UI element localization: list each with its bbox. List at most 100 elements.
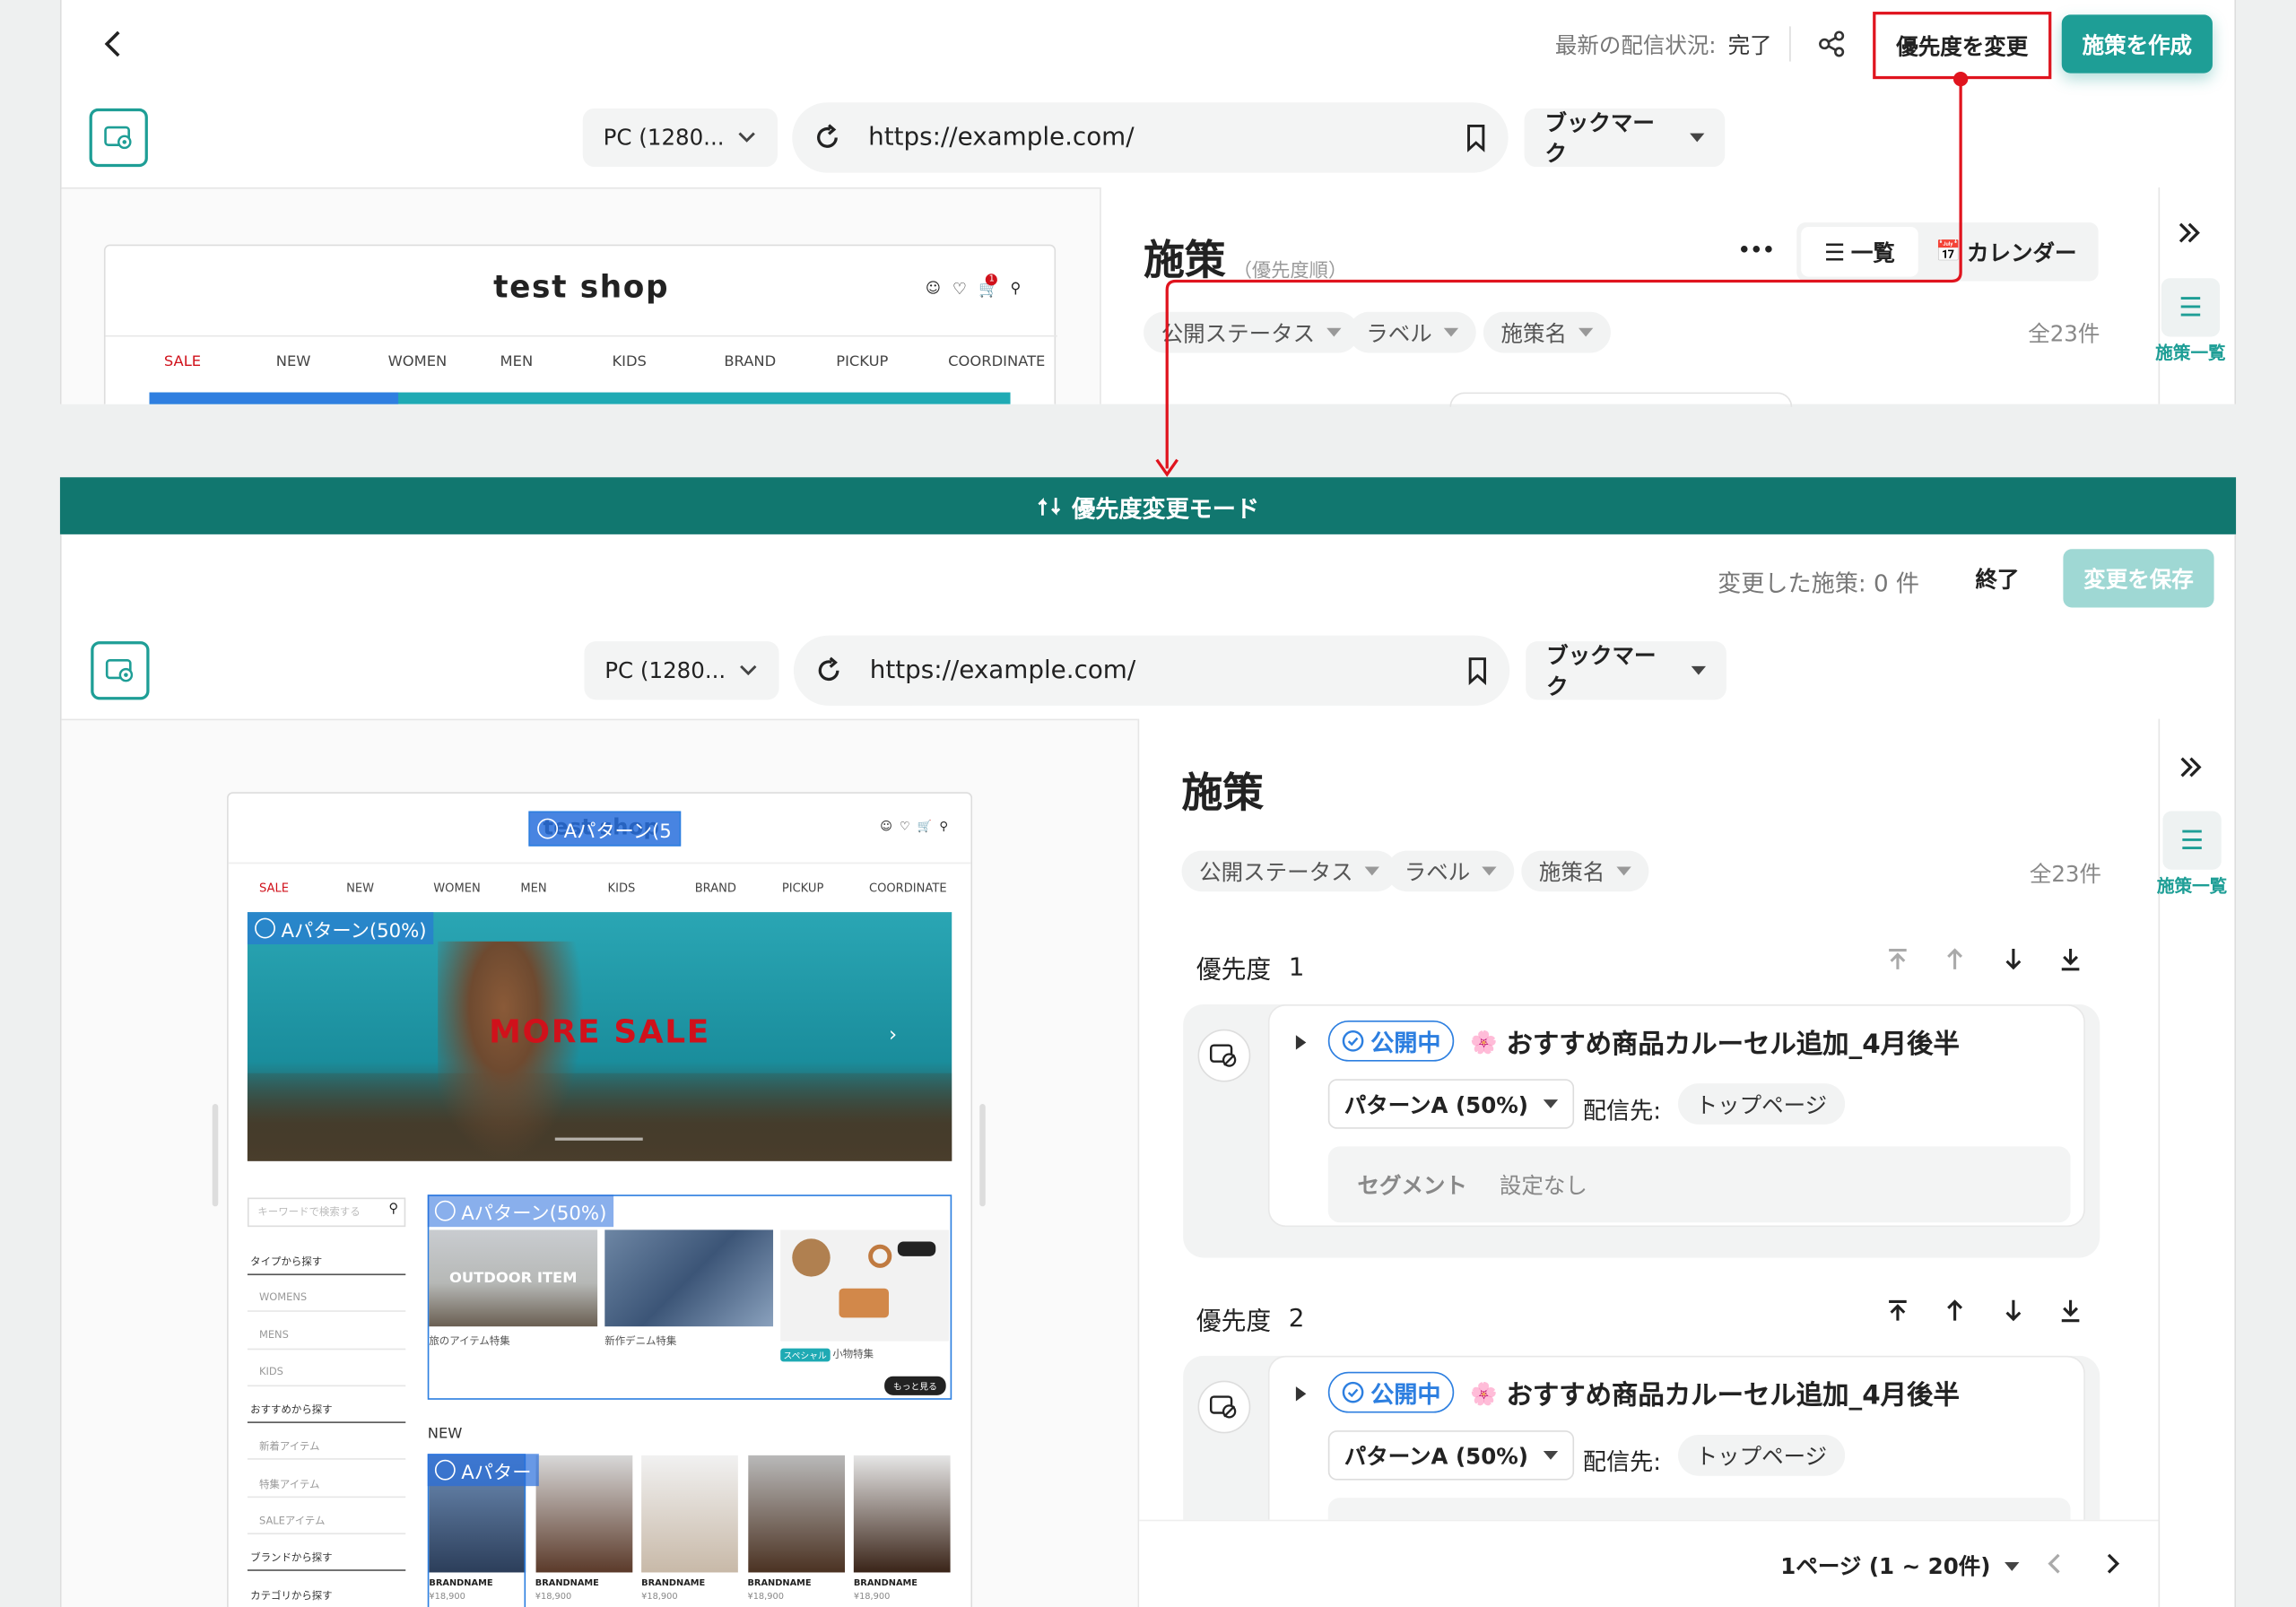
product-image[interactable] xyxy=(747,1455,845,1573)
feature-image-outdoor[interactable]: OUTDOOR ITEM xyxy=(429,1229,598,1327)
move-down-icon[interactable] xyxy=(2000,946,2026,972)
caret-down-icon xyxy=(1616,866,1631,876)
product-price: ¥18,900 xyxy=(535,1591,572,1603)
hero-text: MORE SALE xyxy=(489,1014,710,1052)
caret-down-icon xyxy=(1364,866,1379,876)
destination-label: 配信先: xyxy=(1582,1096,1662,1125)
preview-eye-icon[interactable] xyxy=(1197,1380,1251,1434)
shop-side-menu-item[interactable]: おすすめから探す xyxy=(250,1403,332,1417)
menu-divider xyxy=(247,1310,406,1312)
header-pattern-badge[interactable]: Aパターン(5 xyxy=(528,811,681,847)
more-button[interactable]: もっと見る xyxy=(884,1376,946,1395)
expand-caret-icon[interactable] xyxy=(1295,1035,1307,1050)
feature-image-accessories[interactable] xyxy=(780,1229,949,1342)
prev-page-icon[interactable] xyxy=(2044,1551,2065,1583)
heart-icon[interactable]: ♡ xyxy=(900,820,910,833)
list-lines-icon: ☰ xyxy=(2179,824,2205,856)
shop-nav-item[interactable]: MEN xyxy=(520,882,546,895)
search-icon: ⚲ xyxy=(388,1202,399,1217)
move-to-top-icon[interactable] xyxy=(1884,946,1910,972)
reload-icon[interactable] xyxy=(814,656,844,685)
shop-side-menu-item[interactable]: SALEアイテム xyxy=(259,1514,325,1528)
destination-value-label: トップページ xyxy=(1695,1091,1828,1118)
filter-chip[interactable]: 施策名 xyxy=(1521,850,1649,892)
save-changes-button[interactable]: 変更を保存 xyxy=(2063,549,2214,608)
shop-nav-item[interactable]: PICKUP xyxy=(782,882,824,895)
priority-mode-label: 優先度変更モード xyxy=(1072,494,1260,523)
device-select[interactable]: PC (1280... xyxy=(584,641,779,700)
measure-name[interactable]: 🌸 おすすめ商品カルーセル追加_4月後半 xyxy=(1470,1375,1960,1412)
check-circle-icon xyxy=(434,1459,456,1481)
resize-handle-left[interactable] xyxy=(212,1104,219,1207)
product-brand: BRANDNAME xyxy=(853,1577,918,1589)
end-mode-button[interactable]: 終了 xyxy=(1975,564,2019,595)
hero-pattern-badge[interactable]: Aパターン(50%) xyxy=(247,912,434,945)
move-to-bottom-icon[interactable] xyxy=(2057,946,2083,972)
resize-handle-right[interactable] xyxy=(979,1104,986,1207)
shop-side-menu-item[interactable]: カテゴリから探す xyxy=(250,1588,332,1603)
product-image[interactable] xyxy=(641,1455,738,1573)
bookmark-icon[interactable] xyxy=(1465,656,1489,686)
feature-pattern-badge[interactable]: Aパターン(50%) xyxy=(427,1194,614,1228)
feature-image-denim[interactable] xyxy=(604,1229,774,1327)
feature-caption-1: 旅のアイテム特集 xyxy=(429,1334,510,1348)
shop-side-menu-item[interactable]: WOMENS xyxy=(259,1291,307,1303)
pattern-select[interactable]: パターンA (50%) xyxy=(1327,1079,1574,1129)
product-image[interactable] xyxy=(853,1455,951,1573)
filter-chip[interactable]: 公開ステータス xyxy=(1181,850,1397,892)
measure-name[interactable]: 🌸 おすすめ商品カルーセル追加_4月後半 xyxy=(1470,1023,1960,1061)
bookmark-select[interactable]: ブックマーク xyxy=(1526,641,1726,700)
feature-caption-2: 新作デニム特集 xyxy=(604,1334,677,1348)
flower-icon: 🌸 xyxy=(1470,1380,1498,1407)
filter-chip-label: 公開ステータス xyxy=(1199,858,1353,885)
hero-dots xyxy=(554,1137,643,1141)
product-image[interactable] xyxy=(535,1455,632,1573)
destination-value: トップページ xyxy=(1678,1083,1845,1125)
shop-nav-item[interactable]: NEW xyxy=(346,882,374,895)
hero-next-icon[interactable]: › xyxy=(889,1023,897,1047)
hero-banner[interactable]: MORE SALE › xyxy=(247,912,952,1161)
check-circle-icon xyxy=(537,818,559,839)
move-down-icon[interactable] xyxy=(2000,1298,2026,1324)
feature-caption-3: 小物特集 xyxy=(832,1348,874,1360)
shop-side-menu-item[interactable]: ブランドから探す xyxy=(250,1551,332,1565)
menu-divider xyxy=(247,1533,406,1535)
shop-nav-item[interactable]: WOMEN xyxy=(433,882,480,895)
user-icon[interactable]: ☺ xyxy=(880,820,892,833)
pagination-label: 1ページ (1 ~ 20件) xyxy=(1780,1553,1991,1580)
measure-list-side-label[interactable]: 施策一覧 xyxy=(2157,873,2227,898)
preview-toggle-icon[interactable] xyxy=(91,641,150,700)
shop-side-menu-item[interactable]: タイプから探す xyxy=(250,1255,322,1269)
product-pattern-badge[interactable]: Aパター xyxy=(427,1454,539,1487)
move-up-icon[interactable] xyxy=(1942,946,1968,972)
move-up-icon[interactable] xyxy=(1942,1298,1968,1324)
shop-divider xyxy=(228,862,971,864)
shop-nav-item[interactable]: SALE xyxy=(259,882,289,895)
status-badge-label: 公開中 xyxy=(1370,1380,1441,1409)
pagination-select[interactable]: 1ページ (1 ~ 20件) xyxy=(1780,1551,2021,1581)
shop-side-menu-item[interactable]: 新着アイテム xyxy=(259,1439,319,1454)
next-page-icon[interactable] xyxy=(2102,1551,2123,1583)
filter-chip[interactable]: ラベル xyxy=(1387,850,1515,892)
cart-icon[interactable]: 🛒 xyxy=(918,820,932,833)
shop-side-menu-item[interactable]: MENS xyxy=(259,1329,289,1341)
move-to-top-icon[interactable] xyxy=(1884,1298,1910,1324)
product-brand: BRANDNAME xyxy=(641,1577,706,1589)
expand-panel-icon[interactable] xyxy=(2178,754,2204,786)
shop-nav-item[interactable]: BRAND xyxy=(695,882,736,895)
product-price: ¥18,900 xyxy=(641,1591,678,1603)
url-bar[interactable]: https://example.com/ xyxy=(793,635,1510,706)
shop-search-box[interactable]: キーワードで検索する ⚲ xyxy=(247,1197,406,1228)
feature-outdoor-label: OUTDOOR ITEM xyxy=(448,1271,578,1288)
measure-list-side-icon[interactable]: ☰ xyxy=(2162,811,2222,870)
pattern-select[interactable]: パターンA (50%) xyxy=(1327,1430,1574,1481)
preview-eye-icon[interactable] xyxy=(1197,1029,1251,1082)
shop-side-menu-item[interactable]: 特集アイテム xyxy=(259,1477,319,1491)
move-to-bottom-icon[interactable] xyxy=(2057,1298,2083,1324)
expand-caret-icon[interactable] xyxy=(1295,1386,1307,1402)
changed-count: 変更した施策: 0 件 xyxy=(1718,569,1919,598)
shop-side-menu-item[interactable]: KIDS xyxy=(259,1366,283,1377)
search-icon[interactable]: ⚲ xyxy=(939,820,948,833)
shop-nav-item[interactable]: COORDINATE xyxy=(869,882,947,895)
shop-nav-item[interactable]: KIDS xyxy=(608,882,636,895)
